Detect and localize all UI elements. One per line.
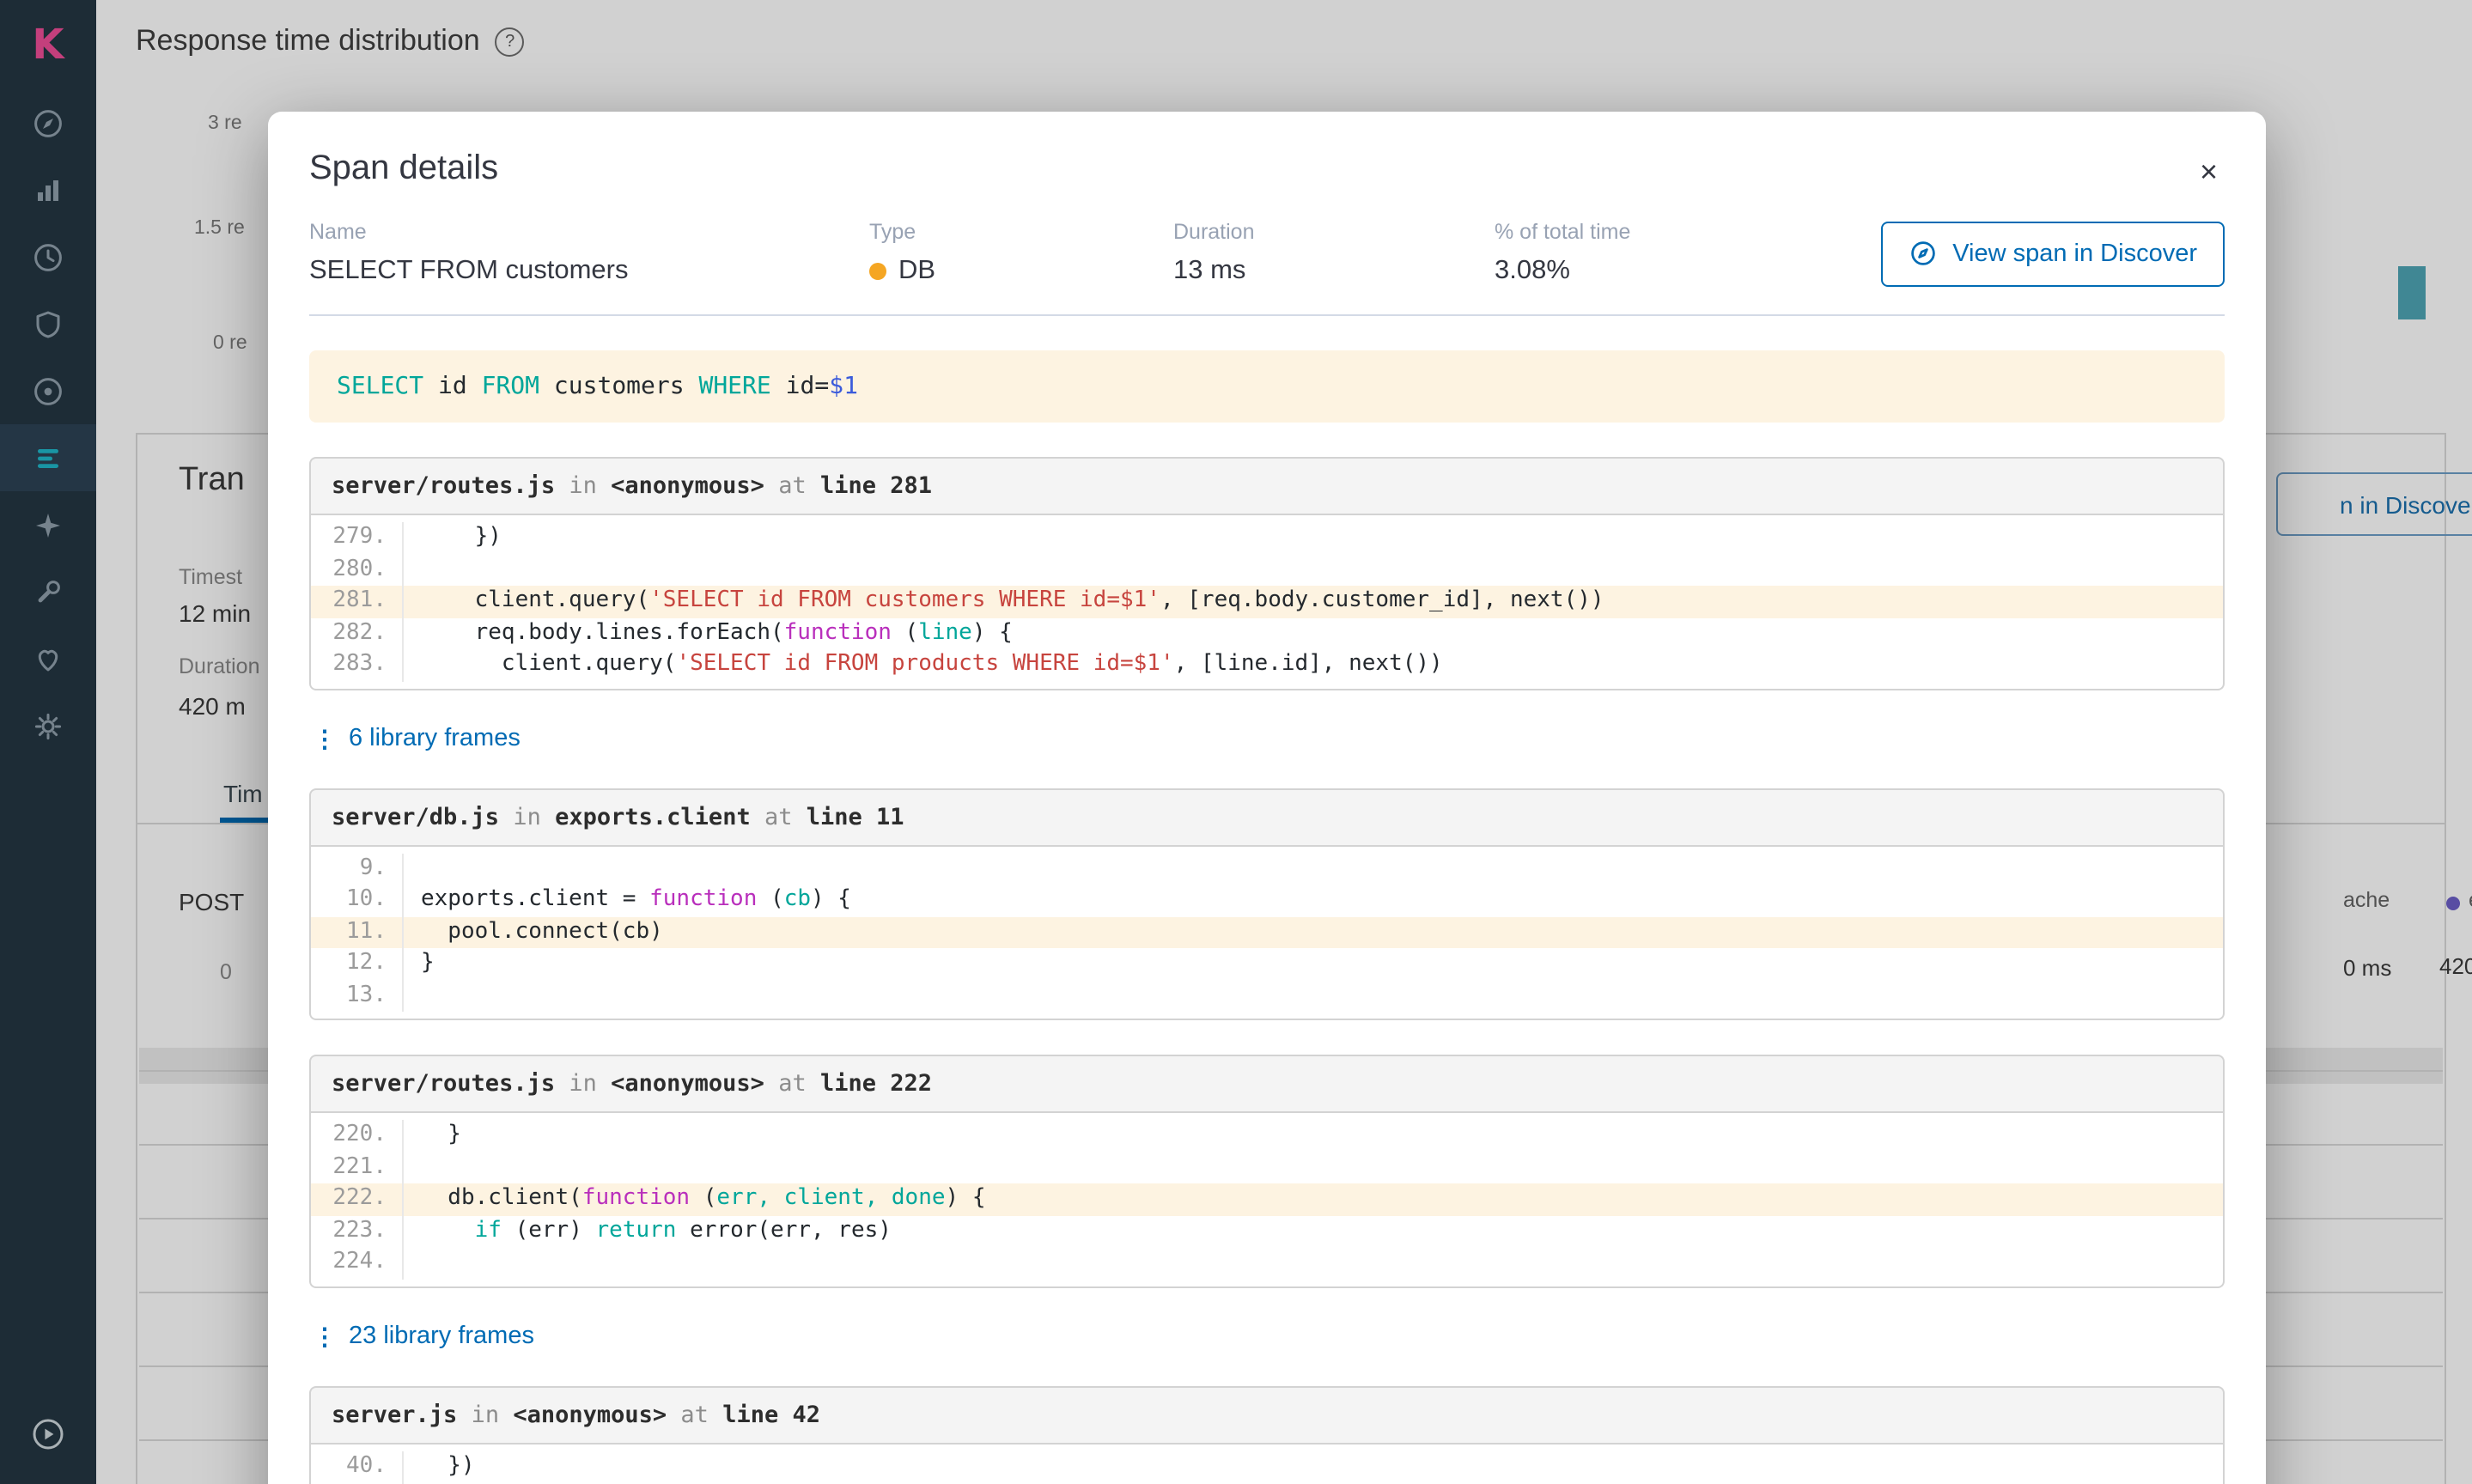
line-content: pool.connect(cb) <box>421 918 663 944</box>
frame-code: 220. } 221. 222. db.client(function (err, … <box>309 1113 2225 1287</box>
frame-header: server.js in <anonymous> at line 42 <box>309 1385 2225 1444</box>
line-number: 283. <box>311 649 404 681</box>
line-content <box>404 1152 421 1183</box>
line-number: 281. <box>311 586 404 617</box>
line-content: }) <box>421 524 502 550</box>
frame-code: 279. }) 280. 281. client.query('SELECT id … <box>309 515 2225 690</box>
page: K Response time distribution ? 3 re 1.5 … <box>0 0 2472 1484</box>
frame-code: 9. 10. exports.client = function (cb) { 11.… <box>309 846 2225 1020</box>
code-line: 13. <box>311 980 2223 1012</box>
view-span-in-discover-button[interactable]: View span in Discover <box>1880 221 2225 286</box>
field-value: 3.08% <box>1495 256 1570 285</box>
line-content <box>404 980 421 1012</box>
close-icon[interactable]: × <box>2200 156 2218 187</box>
line-number: 280. <box>311 554 404 586</box>
code-line: 11. pool.connect(cb) <box>311 916 2223 948</box>
line-content <box>404 1247 421 1279</box>
library-frames-toggle[interactable]: ⋮ 23 library frames <box>313 1322 2225 1351</box>
code-line: 224. <box>311 1247 2223 1279</box>
span-query: SELECT id FROM customers WHERE id=$1 <box>309 350 2225 423</box>
line-number: 282. <box>311 617 404 649</box>
code-line: 9. <box>311 853 2223 885</box>
discover-icon <box>1910 241 1934 265</box>
code-line: 282. req.body.lines.forEach(function (li… <box>311 617 2223 649</box>
line-number: 11. <box>311 916 404 948</box>
field-label: Name <box>309 220 367 244</box>
line-number: 221. <box>311 1152 404 1183</box>
field-value: DB <box>869 256 1173 287</box>
type-dot <box>869 263 886 280</box>
library-frames-toggle[interactable]: ⋮ 6 library frames <box>313 724 2225 753</box>
divider <box>309 314 2225 316</box>
field-name: Name SELECT FROM customers <box>309 220 869 287</box>
field-percent-of-total: % of total time 3.08% <box>1495 220 1630 287</box>
code-line: 283. client.query('SELECT id FROM produc… <box>311 649 2223 681</box>
span-summary: Name SELECT FROM customers Type DB Durat… <box>309 220 2225 287</box>
line-content: }) <box>421 1452 475 1478</box>
ellipsis-icon: ⋮ <box>313 1322 337 1349</box>
modal-title: Span details <box>309 149 499 187</box>
library-frames-label: 23 library frames <box>349 1323 534 1350</box>
line-content: client.query('SELECT id FROM products WH… <box>421 651 1443 677</box>
field-duration: Duration 13 ms <box>1173 220 1495 287</box>
line-content: } <box>421 1122 461 1147</box>
code-line: 279. }) <box>311 522 2223 554</box>
code-line: 223. if (err) return error(err, res) <box>311 1215 2223 1247</box>
line-content: req.body.lines.forEach(function (line) { <box>421 619 1013 645</box>
frame-header: server/db.js in exports.client at line 1… <box>309 788 2225 846</box>
code-line: 281. client.query('SELECT id FROM custom… <box>311 586 2223 617</box>
library-frames-label: 6 library frames <box>349 725 521 752</box>
field-label: Type <box>869 220 916 244</box>
line-content: exports.client = function (cb) { <box>421 886 851 912</box>
line-number: 10. <box>311 885 404 916</box>
line-number: 9. <box>311 853 404 885</box>
frame-code: 40. })41.42. next() <box>309 1444 2225 1484</box>
line-number: 279. <box>311 522 404 554</box>
stack-sections: server/routes.js in <anonymous> at line … <box>309 457 2225 1484</box>
stack-frame: server/routes.js in <anonymous> at line … <box>309 1055 2225 1287</box>
code-line: 40. }) <box>311 1451 2223 1482</box>
ellipsis-icon: ⋮ <box>313 724 337 751</box>
line-number: 223. <box>311 1215 404 1247</box>
line-content <box>404 554 421 586</box>
field-type: Type DB <box>869 220 1173 287</box>
stack-frame: server.js in <anonymous> at line 42 40. }… <box>309 1385 2225 1484</box>
line-number: 224. <box>311 1247 404 1279</box>
stack-frame: server/db.js in exports.client at line 1… <box>309 788 2225 1020</box>
field-label: Duration <box>1173 220 1255 244</box>
line-content: client.query('SELECT id FROM customers W… <box>421 587 1604 613</box>
code-line: 220. } <box>311 1120 2223 1152</box>
line-number: 220. <box>311 1120 404 1152</box>
span-details-modal: Span details × Name SELECT FROM customer… <box>268 112 2266 1484</box>
code-line: 280. <box>311 554 2223 586</box>
line-content: if (err) return error(err, res) <box>474 1217 892 1243</box>
line-number: 13. <box>311 980 404 1012</box>
stack-frame: server/routes.js in <anonymous> at line … <box>309 457 2225 690</box>
code-line: 221. <box>311 1152 2223 1183</box>
line-number: 222. <box>311 1183 404 1215</box>
code-line: 222. db.client(function (err, client, do… <box>311 1183 2223 1215</box>
frame-header: server/routes.js in <anonymous> at line … <box>309 457 2225 515</box>
line-number: 40. <box>311 1451 404 1482</box>
code-line: 12.} <box>311 948 2223 980</box>
code-line: 10. exports.client = function (cb) { <box>311 885 2223 916</box>
type-value: DB <box>898 256 936 285</box>
field-label: % of total time <box>1495 220 1631 244</box>
frame-header: server/routes.js in <anonymous> at line … <box>309 1055 2225 1113</box>
line-content: db.client(function (err, client, done) { <box>421 1185 986 1211</box>
line-content <box>404 853 421 885</box>
field-value: 13 ms <box>1173 256 1246 285</box>
field-value: SELECT FROM customers <box>309 256 629 285</box>
line-number: 12. <box>311 948 404 980</box>
line-content: } <box>421 950 435 976</box>
button-label: View span in Discover <box>1952 240 2197 267</box>
